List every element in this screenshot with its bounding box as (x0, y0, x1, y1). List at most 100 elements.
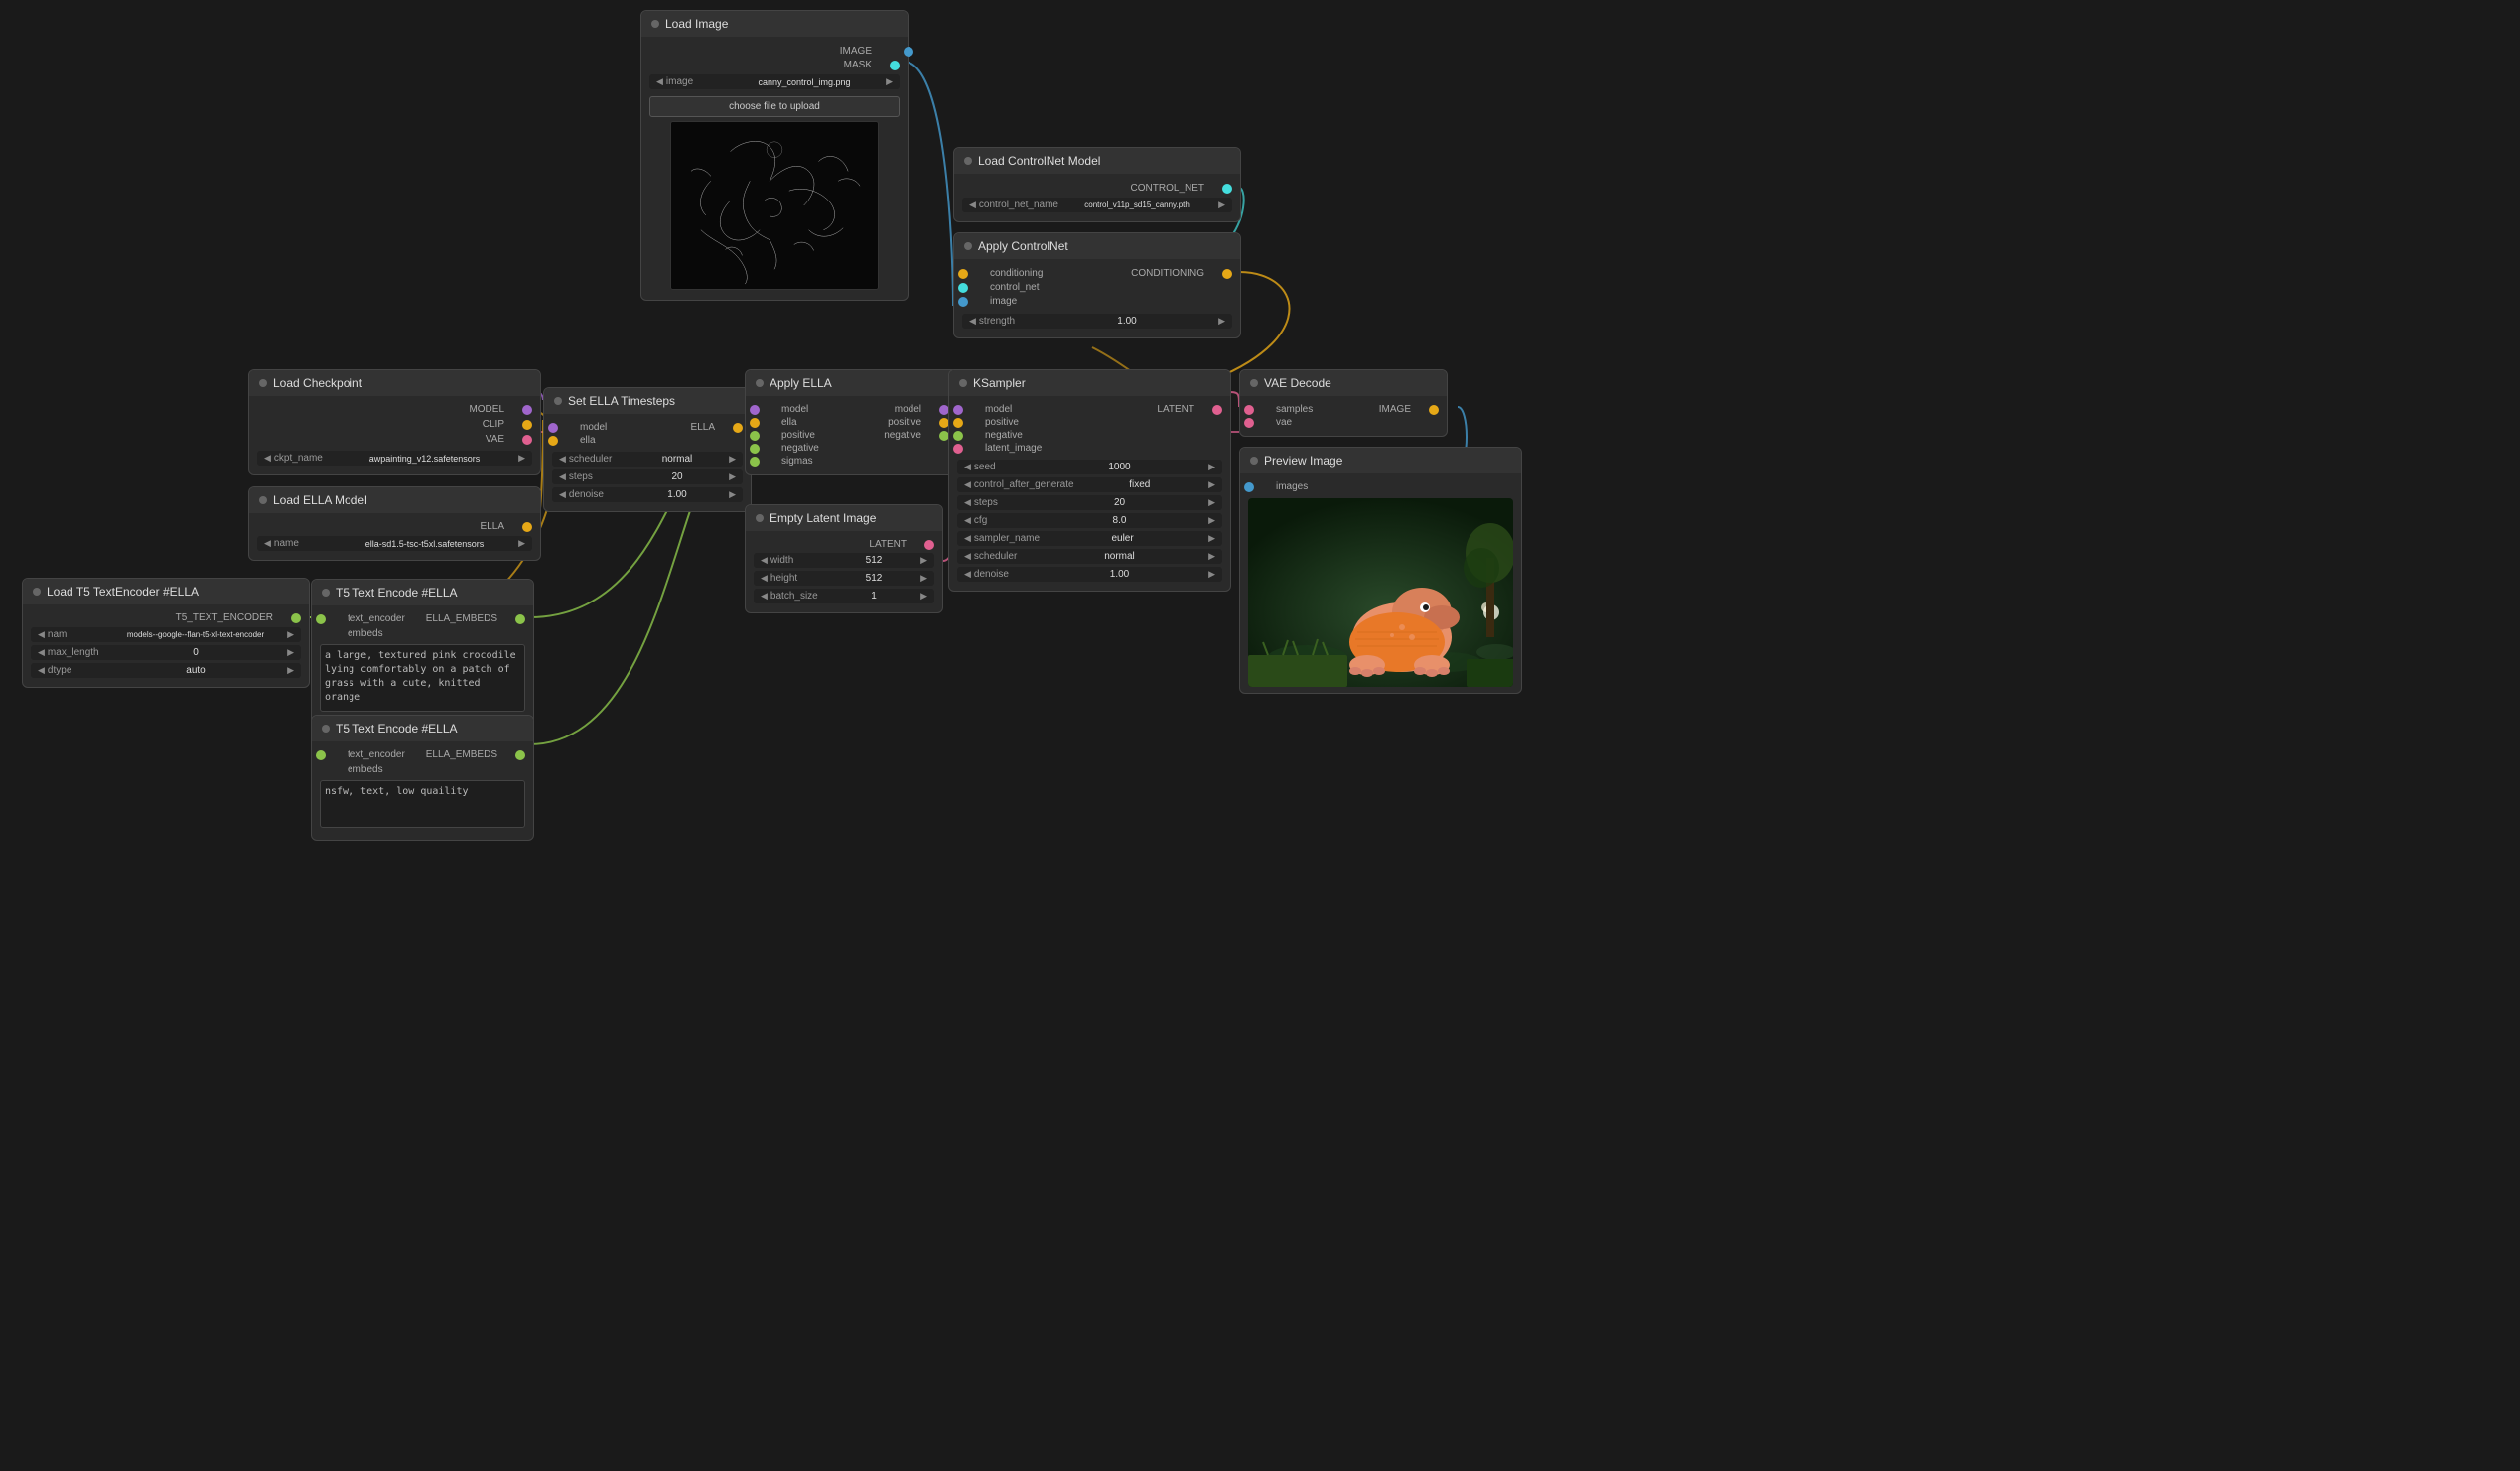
ksampler-positive-port (953, 418, 963, 428)
ksampler-sampler-field[interactable]: ◀ sampler_name euler ▶ (957, 531, 1222, 546)
ksampler-sampler-next[interactable]: ▶ (1205, 533, 1218, 544)
ksampler-seed-field[interactable]: ◀ seed 1000 ▶ (957, 460, 1222, 474)
ksampler-latent-port (953, 444, 963, 454)
ksampler-seed-prev[interactable]: ◀ (961, 462, 974, 472)
checkpoint-model-port (522, 405, 532, 415)
ksampler-cfg-field[interactable]: ◀ cfg 8.0 ▶ (957, 513, 1222, 528)
ksampler-scheduler-prev[interactable]: ◀ (961, 551, 974, 562)
set-ella-sched-prev[interactable]: ◀ (556, 454, 569, 465)
load-image-prev-btn[interactable]: ◀ (653, 76, 666, 87)
apply-ella-model-in-port (750, 405, 760, 415)
empty-latent-height-next[interactable]: ▶ (917, 573, 930, 584)
set-ella-scheduler-field[interactable]: ◀ scheduler normal ▶ (552, 452, 743, 467)
controlnet-next-btn[interactable]: ▶ (1215, 200, 1228, 210)
apply-ella-ella-in-port (750, 418, 760, 428)
t5-pos-text-area[interactable]: a large, textured pink crocodile lying c… (320, 644, 525, 712)
ella-model-field-value: ella-sd1.5-tsc-t5xl.safetensors (334, 539, 515, 549)
empty-latent-batch-prev[interactable]: ◀ (758, 591, 770, 602)
checkpoint-model-label: MODEL (469, 404, 504, 415)
ksampler-steps-prev[interactable]: ◀ (961, 497, 974, 508)
ksampler-sampler-prev[interactable]: ◀ (961, 533, 974, 544)
set-ella-denoise-next[interactable]: ▶ (726, 489, 739, 500)
empty-latent-width-prev[interactable]: ◀ (758, 555, 770, 566)
ksampler-control-next[interactable]: ▶ (1205, 479, 1218, 490)
ksampler-node: KSampler model positive negative (948, 369, 1231, 592)
ksampler-cfg-next[interactable]: ▶ (1205, 515, 1218, 526)
set-ella-steps-prev[interactable]: ◀ (556, 471, 569, 482)
controlnet-prev-btn[interactable]: ◀ (966, 200, 979, 210)
ksampler-steps-field[interactable]: ◀ steps 20 ▶ (957, 495, 1222, 510)
load-t5-header: Load T5 TextEncoder #ELLA (23, 579, 309, 604)
controlnet-name-field[interactable]: ◀ control_net_name control_v11p_sd15_can… (962, 198, 1232, 212)
set-ella-steps-label: steps (569, 471, 629, 482)
empty-latent-height-field[interactable]: ◀ height 512 ▶ (754, 571, 934, 586)
empty-latent-node: Empty Latent Image LATENT ◀ width 512 ▶ … (745, 504, 943, 613)
t5-maxlen-next[interactable]: ▶ (284, 647, 297, 658)
t5-encode-pos-header: T5 Text Encode #ELLA (312, 580, 533, 605)
apply-cn-strength-field[interactable]: ◀ strength 1.00 ▶ (962, 314, 1232, 329)
set-ella-denoise-prev[interactable]: ◀ (556, 489, 569, 500)
apply-cn-controlnet-label: control_net (990, 282, 1039, 293)
ksampler-control-prev[interactable]: ◀ (961, 479, 974, 490)
checkpoint-name-field[interactable]: ◀ ckpt_name awpainting_v12.safetensors ▶ (257, 451, 532, 466)
load-image-title: Load Image (665, 17, 728, 31)
ksampler-denoise-next[interactable]: ▶ (1205, 569, 1218, 580)
load-image-header: Load Image (641, 11, 908, 37)
empty-latent-height-prev[interactable]: ◀ (758, 573, 770, 584)
t5-maxlen-prev[interactable]: ◀ (35, 647, 48, 658)
ella-model-next-btn[interactable]: ▶ (515, 538, 528, 549)
ella-model-prev-btn[interactable]: ◀ (261, 538, 274, 549)
vae-decode-samples-port (1244, 405, 1254, 415)
set-ella-steps-field[interactable]: ◀ steps 20 ▶ (552, 469, 743, 484)
load-controlnet-header: Load ControlNet Model (954, 148, 1240, 174)
checkpoint-prev-btn[interactable]: ◀ (261, 453, 274, 464)
empty-latent-batch-field[interactable]: ◀ batch_size 1 ▶ (754, 589, 934, 603)
set-ella-steps-next[interactable]: ▶ (726, 471, 739, 482)
t5-output-port (291, 613, 301, 623)
ksampler-cfg-prev[interactable]: ◀ (961, 515, 974, 526)
empty-latent-width-next[interactable]: ▶ (917, 555, 930, 566)
t5-name-value: models--google--flan-t5-xl-text-encoder (107, 630, 284, 639)
ksampler-output-port (1212, 405, 1222, 415)
t5-name-next[interactable]: ▶ (284, 629, 297, 640)
ella-model-name-field[interactable]: ◀ name ella-sd1.5-tsc-t5xl.safetensors ▶ (257, 536, 532, 551)
t5-dtype-next[interactable]: ▶ (284, 665, 297, 676)
t5-name-prev[interactable]: ◀ (35, 629, 48, 640)
t5-dtype-field[interactable]: ◀ dtype auto ▶ (31, 663, 301, 678)
empty-latent-header: Empty Latent Image (746, 505, 942, 531)
preview-images-label: images (1276, 481, 1308, 492)
apply-ella-neg-in-port (750, 444, 760, 454)
load-image-image-field[interactable]: ◀ image canny_control_img.png ▶ (649, 74, 900, 89)
empty-latent-height-label: height (770, 573, 830, 584)
set-ella-sched-next[interactable]: ▶ (726, 454, 739, 465)
t5-maxlen-value: 0 (107, 647, 284, 658)
ella-model-output-port (522, 522, 532, 532)
empty-latent-output-port (924, 540, 934, 550)
ksampler-steps-next[interactable]: ▶ (1205, 497, 1218, 508)
ksampler-denoise-field[interactable]: ◀ denoise 1.00 ▶ (957, 567, 1222, 582)
load-image-output-mask-port (890, 61, 900, 70)
preview-image-header: Preview Image (1240, 448, 1521, 473)
t5-dtype-prev[interactable]: ◀ (35, 665, 48, 676)
checkpoint-next-btn[interactable]: ▶ (515, 453, 528, 464)
vae-decode-image-label: IMAGE (1379, 404, 1411, 415)
load-image-upload-btn[interactable]: choose file to upload (649, 96, 900, 117)
apply-ella-pos-in-port (750, 431, 760, 441)
set-ella-timesteps-title: Set ELLA Timesteps (568, 394, 675, 408)
ksampler-seed-next[interactable]: ▶ (1205, 462, 1218, 472)
t5-maxlen-field[interactable]: ◀ max_length 0 ▶ (31, 645, 301, 660)
empty-latent-batch-value: 1 (830, 591, 917, 602)
ksampler-scheduler-field[interactable]: ◀ scheduler normal ▶ (957, 549, 1222, 564)
ksampler-denoise-prev[interactable]: ◀ (961, 569, 974, 580)
ksampler-control-field[interactable]: ◀ control_after_generate fixed ▶ (957, 477, 1222, 492)
t5-name-field[interactable]: ◀ nam models--google--flan-t5-xl-text-en… (31, 627, 301, 642)
t5-neg-text-area[interactable]: nsfw, text, low quaility (320, 780, 525, 828)
empty-latent-batch-next[interactable]: ▶ (917, 591, 930, 602)
empty-latent-width-field[interactable]: ◀ width 512 ▶ (754, 553, 934, 568)
set-ella-denoise-field[interactable]: ◀ denoise 1.00 ▶ (552, 487, 743, 502)
apply-cn-strength-prev[interactable]: ◀ (966, 316, 979, 327)
apply-cn-strength-next[interactable]: ▶ (1215, 316, 1228, 327)
ksampler-positive-label: positive (985, 417, 1019, 428)
load-image-next-btn[interactable]: ▶ (883, 76, 896, 87)
ksampler-scheduler-next[interactable]: ▶ (1205, 551, 1218, 562)
